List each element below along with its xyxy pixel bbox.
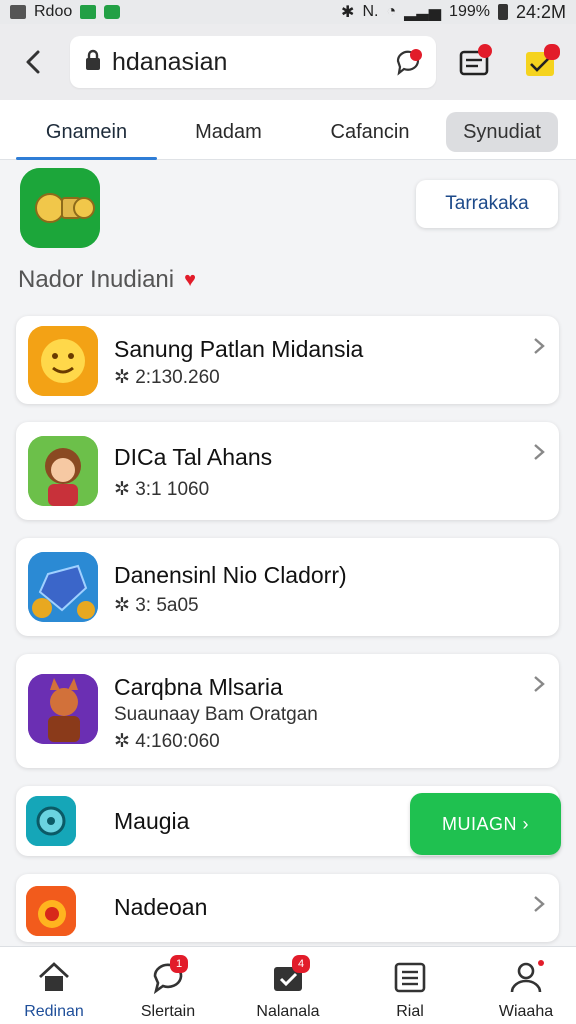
search-input[interactable]: hdanasian	[70, 36, 436, 88]
active-tab-indicator	[16, 157, 157, 160]
nav-label: Nalanala	[256, 1003, 320, 1020]
section-title-text: Nador Inudiani	[18, 266, 175, 293]
home-icon	[36, 959, 72, 995]
status-network-text: N.	[362, 3, 379, 20]
back-arrow-icon[interactable]	[18, 46, 50, 78]
tasks-icon[interactable]	[456, 44, 492, 80]
heart-icon: ♥	[184, 268, 196, 291]
section-title: Nador Inudiani ♥	[18, 266, 196, 294]
card-title: Danensinl Nio Cladorr)	[114, 562, 347, 588]
card-meta: ✲ 4:160:060	[114, 730, 220, 753]
card-title: Maugia	[114, 808, 190, 834]
rating-icon: ✲	[114, 367, 136, 388]
battery-text: 199%	[449, 3, 490, 20]
shield-icon	[104, 5, 121, 19]
install-button[interactable]: MUIAGN ›	[410, 793, 561, 855]
battery-icon	[497, 4, 508, 20]
wifi-icon: ◔	[386, 3, 397, 20]
calendar-badge: 4	[292, 955, 310, 973]
rating-icon: ✲	[114, 731, 136, 752]
bluetooth-icon: ✱	[341, 4, 355, 21]
arrow-right-icon: ›	[517, 814, 529, 834]
nav-label: Slertain	[140, 1003, 196, 1020]
status-left-text: Rdoo	[34, 3, 73, 20]
card-subtitle: Suaunaay Bam Oratgan	[114, 704, 318, 725]
card-meta: ✲ 3:1 1060	[114, 478, 209, 501]
character-app-icon	[28, 436, 98, 506]
tab-madam[interactable]: Madam	[176, 100, 281, 160]
search-value: hdanasian	[112, 47, 228, 76]
smiley-app-icon	[28, 326, 98, 396]
tab-synudiat[interactable]: Synudiat	[446, 112, 558, 152]
chevron-right-icon	[529, 442, 549, 462]
card-meta-text: 3:1 1060	[135, 479, 210, 500]
card-title: Sanung Patlan Midansia	[114, 336, 364, 362]
gem-app-icon	[28, 552, 98, 622]
nav-item-profile[interactable]: Wiaaha	[478, 947, 574, 1024]
chevron-right-icon	[529, 674, 549, 694]
bottom-navigation: Redinan 1 Slertain 4 Nalanala Rial Wiaah…	[0, 946, 576, 1024]
lock-icon	[84, 49, 102, 76]
rating-icon: ✲	[114, 595, 136, 616]
mail-badge	[544, 44, 560, 60]
rating-icon: ✲	[114, 479, 136, 500]
card-meta-text: 4:160:060	[135, 731, 220, 752]
chat-app-icon	[26, 796, 76, 846]
mail-notification-icon[interactable]	[522, 44, 560, 80]
card-title: Nadeoan	[114, 894, 208, 920]
card-title: Carqbna Mlsaria	[114, 674, 283, 700]
tarrakaka-button[interactable]: Tarrakaka	[416, 180, 558, 228]
tab-bar: Gnamein Madam Cafancin Synudiat	[0, 100, 576, 160]
list-icon	[392, 959, 428, 995]
app-logo-icon[interactable]	[20, 168, 100, 248]
warrior-app-icon	[28, 674, 98, 744]
card-meta: ✲ 2:130.260	[114, 366, 220, 389]
list-item[interactable]: Danensinl Nio Cladorr) ✲ 3: 5a05	[16, 538, 559, 636]
nav-label: Redinan	[24, 1003, 84, 1020]
tab-gnamein[interactable]: Gnamein	[16, 100, 157, 160]
install-label: MUIAGN	[442, 814, 517, 834]
top-bar: hdanasian	[0, 24, 576, 100]
clock: 24:2M	[515, 1, 566, 22]
nav-item-home[interactable]: Redinan	[6, 947, 102, 1024]
card-meta-text: 3: 5a05	[135, 595, 199, 616]
chevron-right-icon	[529, 894, 549, 914]
nav-label: Rial	[396, 1003, 424, 1020]
gallery-icon	[10, 5, 26, 19]
chat-badge: 1	[170, 955, 188, 973]
signal-icon: ▂▃▅	[404, 4, 442, 21]
list-item[interactable]: Carqbna Mlsaria Suaunaay Bam Oratgan ✲ 4…	[16, 654, 559, 768]
nav-label: Wiaaha	[498, 1003, 554, 1020]
card-meta: ✲ 3: 5a05	[114, 594, 199, 617]
list-item[interactable]: Sanung Patlan Midansia ✲ 2:130.260	[16, 316, 559, 404]
nav-item-chat[interactable]: 1 Slertain	[120, 947, 216, 1024]
list-item[interactable]: DICa Tal Ahans ✲ 3:1 1060	[16, 422, 559, 520]
tab-cafancin[interactable]: Cafancin	[310, 100, 430, 160]
chat-icon: 1	[150, 955, 188, 995]
chevron-right-icon	[529, 336, 549, 356]
tasks-badge	[478, 44, 492, 58]
calendar-check-icon: 4	[270, 955, 310, 995]
tarrakaka-label: Tarrakaka	[445, 193, 529, 214]
nav-item-calendar[interactable]: 4 Nalanala	[240, 947, 336, 1024]
status-bar: Rdoo ✱ N. ◔ ▂▃▅ 199% 24:2M	[0, 0, 576, 24]
nav-item-list[interactable]: Rial	[362, 947, 458, 1024]
card-title: DICa Tal Ahans	[114, 444, 273, 470]
card-meta-text: 2:130.260	[135, 367, 220, 388]
list-item[interactable]: Nadeoan	[16, 874, 559, 942]
bag-app-icon	[26, 886, 76, 936]
image-icon	[80, 5, 97, 19]
voice-chat-icon[interactable]	[394, 48, 424, 78]
profile-icon	[508, 959, 544, 995]
